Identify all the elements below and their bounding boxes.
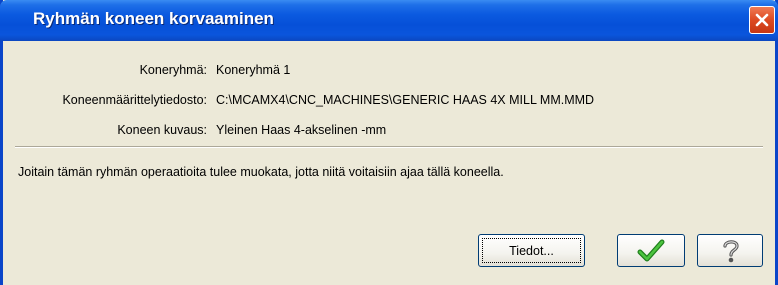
machine-desc-value: Yleinen Haas 4-akselinen -mm bbox=[216, 123, 387, 137]
details-button[interactable]: Tiedot... bbox=[478, 234, 585, 267]
machine-group-label: Koneryhmä: bbox=[139, 63, 207, 77]
replace-machine-dialog: Ryhmän koneen korvaaminen Koneryhmä: Kon… bbox=[0, 0, 778, 285]
machine-desc-label: Koneen kuvaus: bbox=[117, 123, 207, 137]
help-button[interactable] bbox=[697, 234, 763, 267]
machine-file-row: Koneenmäärittelytiedosto: bbox=[3, 93, 207, 111]
machine-group-row: Koneryhmä: bbox=[3, 63, 207, 81]
machine-group-value: Koneryhmä 1 bbox=[216, 63, 291, 77]
ok-button[interactable] bbox=[617, 234, 685, 267]
title-bar[interactable]: Ryhmän koneen korvaaminen bbox=[0, 0, 778, 41]
machine-file-label: Koneenmäärittelytiedosto: bbox=[62, 93, 207, 107]
close-button[interactable] bbox=[749, 6, 775, 34]
details-button-label: Tiedot... bbox=[509, 244, 554, 258]
info-message: Joitain tämän ryhmän operaatioita tulee … bbox=[18, 165, 504, 179]
dialog-title: Ryhmän koneen korvaaminen bbox=[33, 9, 274, 28]
machine-desc-row: Koneen kuvaus: bbox=[3, 123, 207, 141]
separator bbox=[15, 146, 763, 148]
machine-file-value: C:\MCAMX4\CNC_MACHINES\GENERIC HAAS 4X M… bbox=[216, 93, 595, 107]
